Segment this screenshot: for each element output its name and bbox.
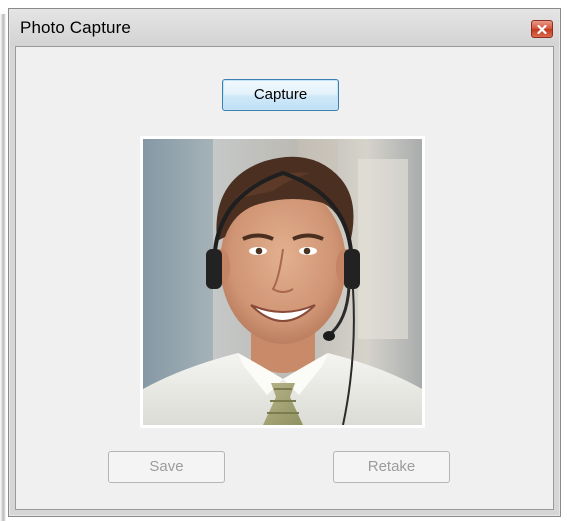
headset-left-earpiece: [206, 249, 222, 289]
close-button[interactable]: [531, 20, 553, 38]
photo-capture-window: Photo Capture Capture Save Retake: [8, 8, 561, 517]
headset-right-earpiece: [344, 249, 360, 289]
title-bar[interactable]: Photo Capture: [10, 10, 559, 46]
close-icon: [537, 24, 547, 34]
window-title: Photo Capture: [20, 18, 131, 37]
photo-frame: [140, 136, 425, 428]
captured-photo: [143, 139, 422, 425]
capture-button[interactable]: Capture: [222, 79, 339, 111]
client-area: Capture Save Retake: [15, 46, 554, 510]
save-button[interactable]: Save: [108, 451, 225, 483]
background-shadow: [0, 14, 6, 521]
retake-button[interactable]: Retake: [333, 451, 450, 483]
